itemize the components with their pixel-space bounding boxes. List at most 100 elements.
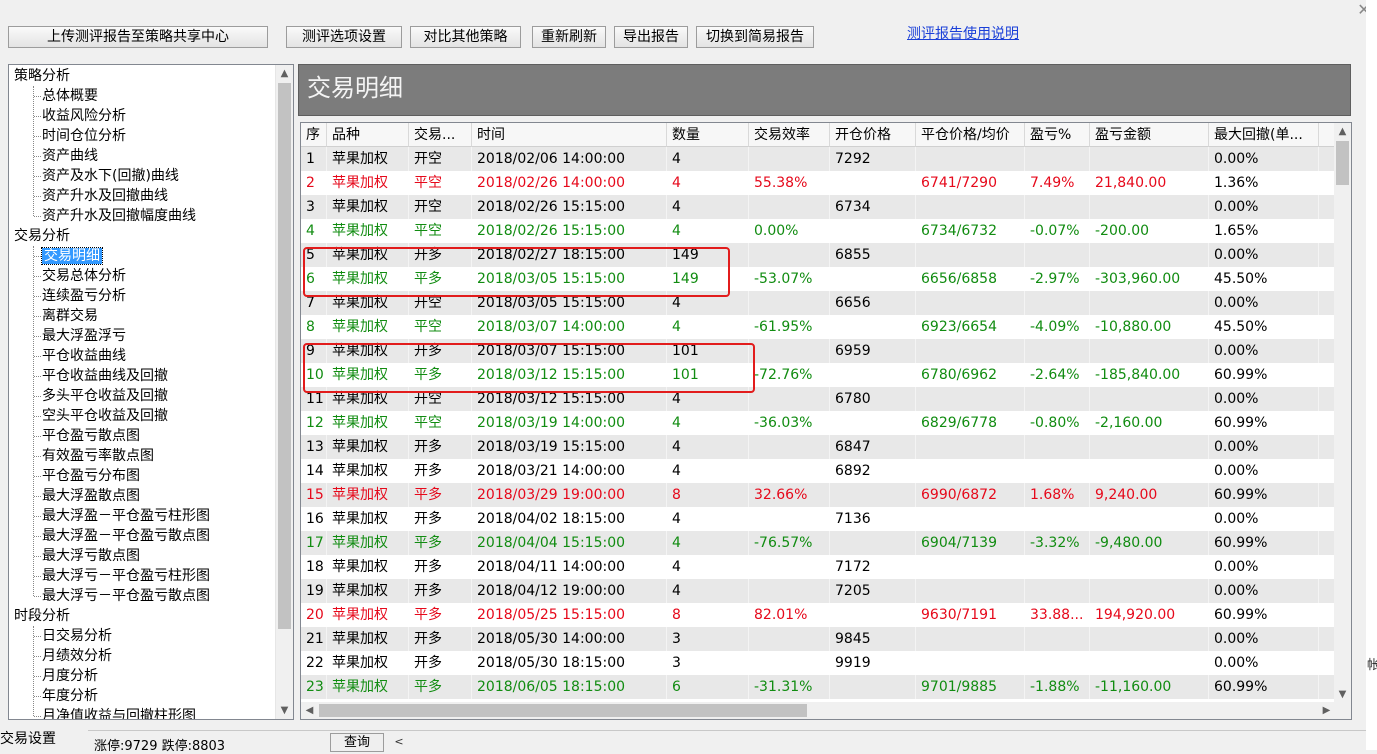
tree-item[interactable]: 最大浮亏散点图: [34, 546, 140, 566]
column-header[interactable]: 开仓价格: [830, 123, 916, 147]
test-settings-button[interactable]: 测评选项设置: [286, 26, 402, 48]
tree-item[interactable]: 最大浮盈散点图: [34, 486, 140, 506]
tree-item[interactable]: 离群交易: [34, 306, 98, 326]
table-row[interactable]: 16 苹果加权 开多 2018/04/02 18:15:00 4 7136 0.00%: [301, 507, 1335, 531]
tree-item[interactable]: 最大浮盈浮亏: [34, 326, 126, 346]
tree-item[interactable]: 最大浮盈－平仓盈亏柱形图: [34, 506, 210, 526]
table-row[interactable]: 22 苹果加权 开多 2018/05/30 18:15:00 3 9919 0.00%: [301, 651, 1335, 675]
tree-item[interactable]: 平仓盈亏散点图: [34, 426, 140, 446]
tree-item[interactable]: 资产升水及回撤曲线: [34, 186, 168, 206]
refresh-button[interactable]: 重新刷新: [532, 26, 606, 48]
table-row[interactable]: 19 苹果加权 开多 2018/04/12 19:00:00 4 7205 0.00%: [301, 579, 1335, 603]
tree-item[interactable]: 月净值收益与回撤柱形图: [34, 706, 196, 719]
table-cell: -72.76%: [749, 363, 830, 387]
table-cell: 平空: [409, 411, 472, 435]
column-header[interactable]: 平仓价格/均价: [916, 123, 1025, 147]
scroll-down-arrow-icon[interactable]: ▼: [276, 702, 293, 719]
column-header[interactable]: 交易效率: [749, 123, 830, 147]
table-cell: 0.00%: [1209, 435, 1319, 459]
tree-item[interactable]: 最大浮亏－平仓盈亏柱形图: [34, 566, 210, 586]
tree-item-label: 平仓收益曲线: [42, 348, 126, 364]
scroll-up-arrow-icon[interactable]: ▲: [1334, 123, 1351, 140]
tree-group-0[interactable]: 策略分析: [14, 66, 70, 86]
export-report-button[interactable]: 导出报告: [614, 26, 688, 48]
table-cell: [830, 411, 916, 435]
tree-item[interactable]: 收益风险分析: [34, 106, 126, 126]
table-cell: 4: [667, 171, 749, 195]
table-cell: [830, 603, 916, 627]
table-row[interactable]: 12 苹果加权 平空 2018/03/19 14:00:00 4 -36.03% 6829/…: [301, 411, 1335, 435]
query-button[interactable]: 查询: [330, 733, 384, 752]
table-row[interactable]: 18 苹果加权 开多 2018/04/11 14:00:00 4 7172 0.00%: [301, 555, 1335, 579]
table-cell: [1025, 147, 1090, 171]
table-row[interactable]: 17 苹果加权 平多 2018/04/04 15:15:00 4 -76.57% 6904/…: [301, 531, 1335, 555]
table-row[interactable]: 21 苹果加权 开多 2018/05/30 14:00:00 3 9845 0.00%: [301, 627, 1335, 651]
trade-table[interactable]: 序品种 交易... 时间 数量 交易效率 开仓价格 平仓价格/均价 盈亏% 盈亏金额 最大回撤(单…: [300, 122, 1352, 720]
table-row[interactable]: 14 苹果加权 开多 2018/03/21 14:00:00 4 6892 0.00%: [301, 459, 1335, 483]
status-divider: [88, 730, 1366, 731]
table-vscroll-thumb[interactable]: [1336, 141, 1349, 185]
tree-item[interactable]: 最大浮亏－平仓盈亏散点图: [34, 586, 210, 606]
column-header[interactable]: 盈亏%: [1025, 123, 1090, 147]
scroll-down-arrow-icon[interactable]: ▼: [1334, 686, 1351, 703]
scroll-right-arrow-icon[interactable]: ▶: [1318, 702, 1335, 719]
tree-item[interactable]: 交易明细: [34, 246, 103, 266]
table-row[interactable]: 15 苹果加权 平多 2018/03/29 19:00:00 8 32.66% 6990/6…: [301, 483, 1335, 507]
table-row[interactable]: 1 苹果加权 开空 2018/02/06 14:00:00 4 7292 0.00%: [301, 147, 1335, 171]
nav-tree[interactable]: 策略分析 总体概要 收益风险分析 时间仓位分析 资产曲线 资产及水下(回撤)曲线 资产升水及…: [8, 64, 294, 720]
tree-group-2[interactable]: 时段分析: [14, 606, 70, 626]
tree-item[interactable]: 时间仓位分析: [34, 126, 126, 146]
table-cell: 17: [301, 531, 327, 555]
table-cell: 2018/03/21 14:00:00: [472, 459, 667, 483]
table-vertical-scrollbar[interactable]: ▲ ▼: [1334, 123, 1351, 703]
tree-item[interactable]: 多头平仓收益及回撤: [34, 386, 168, 406]
tree-item[interactable]: 有效盈亏率散点图: [34, 446, 154, 466]
table-row[interactable]: 23 苹果加权 平多 2018/06/05 18:15:00 6 -31.31% 9701/…: [301, 675, 1335, 699]
compare-strategy-button[interactable]: 对比其他策略: [410, 26, 521, 48]
scroll-left-arrow-icon[interactable]: ◀: [301, 702, 318, 719]
chevron-left-icon[interactable]: <: [392, 733, 406, 750]
table-cell: -11,160.00: [1090, 675, 1209, 699]
tree-item[interactable]: 资产升水及回撤幅度曲线: [34, 206, 196, 226]
tree-scrollbar[interactable]: ▲ ▼: [275, 65, 293, 719]
column-header[interactable]: 最大回撤(单...: [1209, 123, 1319, 147]
tree-item[interactable]: 年度分析: [34, 686, 98, 706]
table-hscroll-thumb[interactable]: [319, 704, 807, 717]
column-header[interactable]: 序: [301, 123, 327, 147]
tree-item[interactable]: 空头平仓收益及回撤: [34, 406, 168, 426]
column-header[interactable]: 时间: [472, 123, 667, 147]
tree-item[interactable]: 平仓收益曲线: [34, 346, 126, 366]
table-row[interactable]: 3 苹果加权 开空 2018/02/26 15:15:00 4 6734 0.00%: [301, 195, 1335, 219]
upload-report-button[interactable]: 上传测评报告至策略共享中心: [8, 26, 268, 48]
column-header[interactable]: 品种: [327, 123, 409, 147]
tree-scroll-thumb[interactable]: [278, 83, 291, 629]
table-cell: 苹果加权: [327, 147, 409, 171]
tree-item[interactable]: 最大浮盈－平仓盈亏散点图: [34, 526, 210, 546]
tree-item[interactable]: 月度分析: [34, 666, 98, 686]
tree-item[interactable]: 总体概要: [34, 86, 98, 106]
tree-group-1[interactable]: 交易分析: [14, 226, 70, 246]
switch-simple-report-button[interactable]: 切换到简易报告: [696, 26, 814, 48]
table-row[interactable]: 8 苹果加权 平空 2018/03/07 14:00:00 4 -61.95% 6923/6…: [301, 315, 1335, 339]
help-link[interactable]: 测评报告使用说明: [907, 23, 1019, 43]
table-row[interactable]: 4 苹果加权 平空 2018/02/26 15:15:00 4 0.00% 6734/673…: [301, 219, 1335, 243]
tree-item[interactable]: 连续盈亏分析: [34, 286, 126, 306]
column-header[interactable]: 数量: [667, 123, 749, 147]
tree-item[interactable]: 资产曲线: [34, 146, 98, 166]
column-header[interactable]: 盈亏金额: [1090, 123, 1209, 147]
table-horizontal-scrollbar[interactable]: ◀ ▶: [301, 702, 1335, 719]
tree-item[interactable]: 资产及水下(回撤)曲线: [34, 166, 179, 186]
tree-item[interactable]: 平仓收益曲线及回撤: [34, 366, 168, 386]
table-row[interactable]: 13 苹果加权 开多 2018/03/19 15:15:00 4 6847 0.00%: [301, 435, 1335, 459]
scroll-up-arrow-icon[interactable]: ▲: [276, 65, 293, 82]
table-cell: 4: [667, 507, 749, 531]
table-cell: [916, 579, 1025, 603]
tree-item[interactable]: 平仓盈亏分布图: [34, 466, 140, 486]
table-row[interactable]: 20 苹果加权 平多 2018/05/25 15:15:00 8 82.01% 9630/7…: [301, 603, 1335, 627]
tree-item[interactable]: 交易总体分析: [34, 266, 126, 286]
table-row[interactable]: 2 苹果加权 平空 2018/02/26 14:00:00 4 55.38% 6741/72…: [301, 171, 1335, 195]
tree-item[interactable]: 月绩效分析: [34, 646, 112, 666]
table-cell: 开多: [409, 459, 472, 483]
column-header[interactable]: 交易...: [409, 123, 472, 147]
tree-item[interactable]: 日交易分析: [34, 626, 112, 646]
